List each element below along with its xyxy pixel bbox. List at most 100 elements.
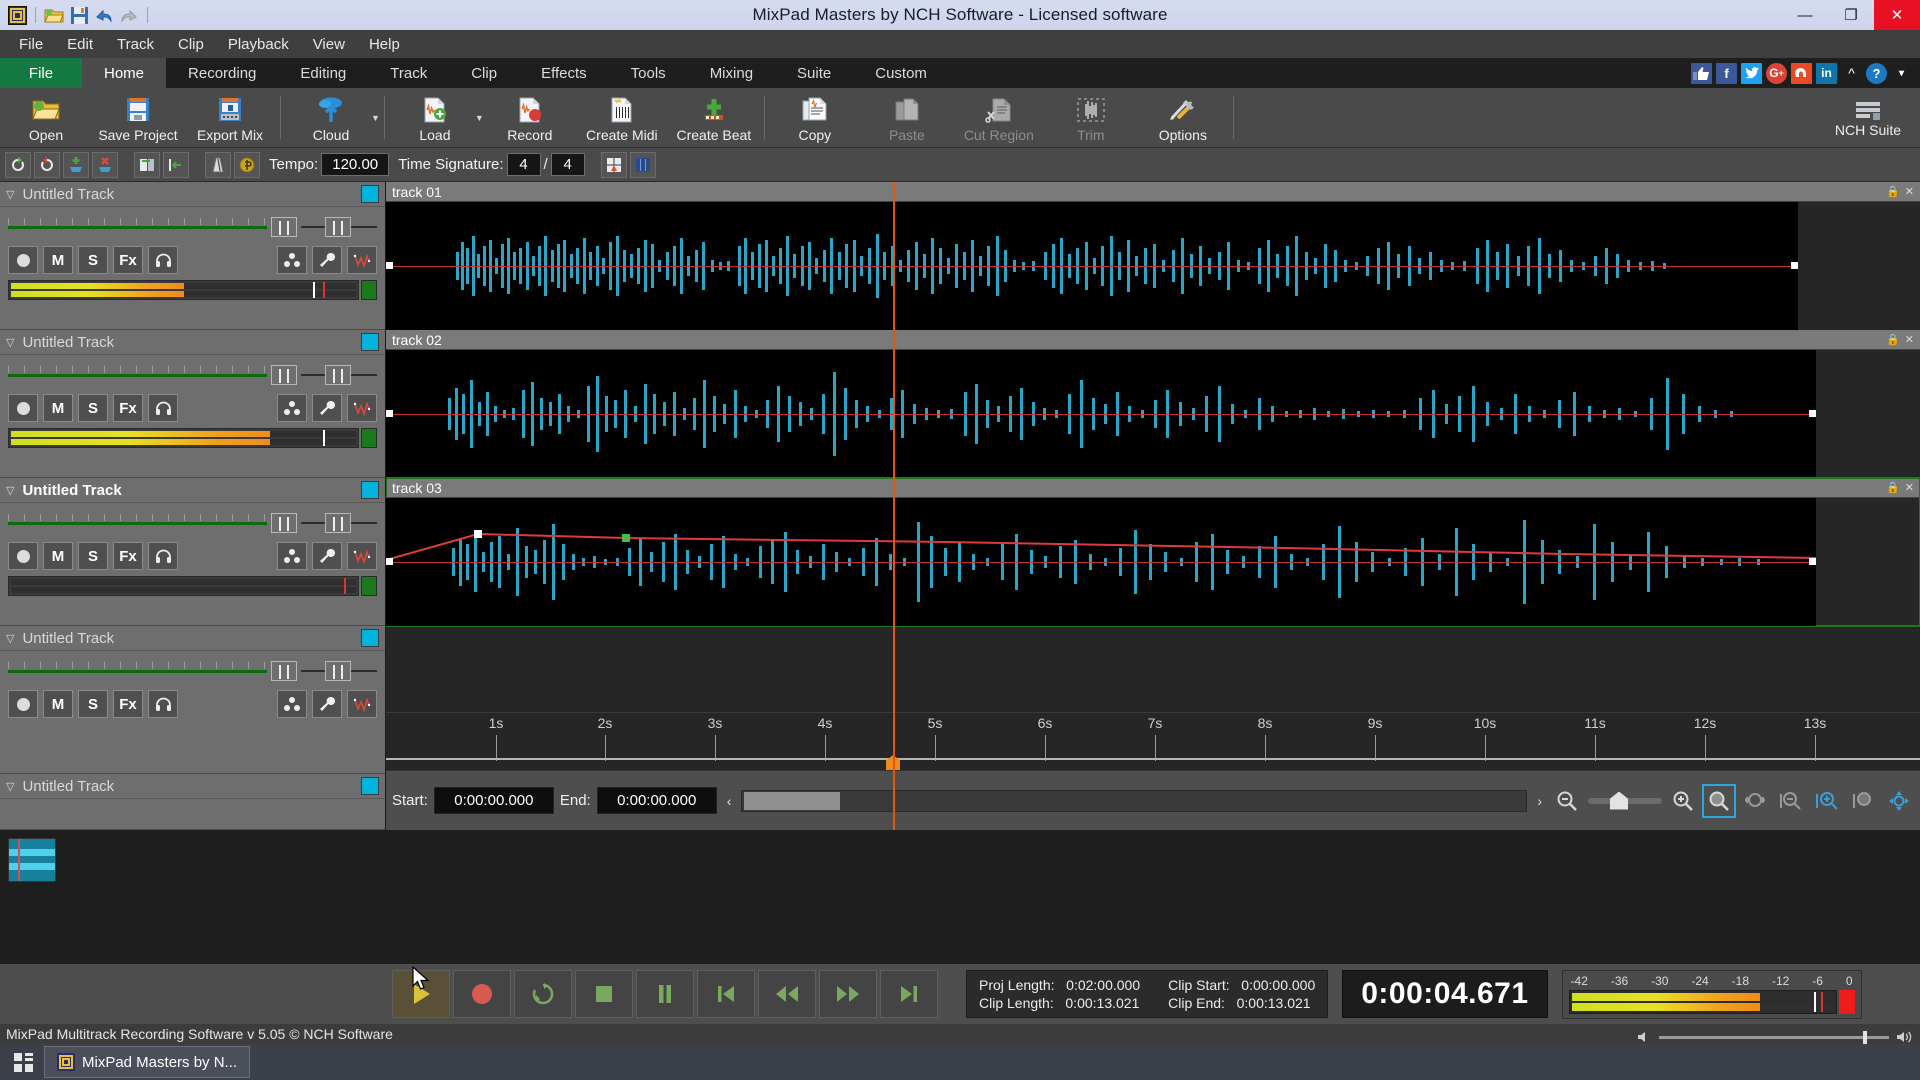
cloud-dropdown-icon[interactable]: ▼ (371, 113, 380, 123)
create-midi-button[interactable]: Create Midi (576, 88, 668, 147)
track-2-color-swatch[interactable] (361, 333, 379, 351)
track-header-3[interactable]: ▽ Untitled Track M S Fx (0, 478, 385, 626)
track-1-record-button[interactable] (8, 246, 38, 274)
track-1-monitor-button[interactable] (148, 246, 178, 274)
metronome-icon[interactable] (205, 151, 231, 178)
menu-clip[interactable]: Clip (167, 33, 215, 56)
track-3-settings-wrench-icon[interactable] (312, 542, 342, 570)
menu-file[interactable]: File (8, 33, 54, 56)
track-1-volume-slider[interactable] (8, 216, 267, 238)
zoom-in-region-icon[interactable] (1812, 786, 1842, 816)
nch-suite-button[interactable]: NCH Suite (1820, 88, 1916, 148)
maximize-button[interactable]: ❐ (1828, 0, 1874, 30)
record-button-ribbon[interactable]: Record (484, 88, 576, 147)
track-4-volume-slider[interactable] (8, 660, 267, 682)
track-3-envelope-waveform-icon[interactable] (347, 542, 377, 570)
track-2-envelope-waveform-icon[interactable] (347, 394, 377, 422)
beat-detect-icon[interactable] (234, 151, 260, 178)
track-3-volume-thumb[interactable] (271, 513, 297, 533)
zoom-out-region-icon[interactable] (1776, 786, 1806, 816)
skip-start-button[interactable] (697, 970, 755, 1018)
menu-playback[interactable]: Playback (217, 33, 300, 56)
track-2-pan-thumb[interactable] (325, 365, 351, 385)
minimize-button[interactable]: — (1782, 0, 1828, 30)
clip-03-right-handle[interactable] (1809, 558, 1816, 565)
track-1-name[interactable]: Untitled Track (22, 186, 353, 203)
zoom-region-icon[interactable] (1848, 786, 1878, 816)
track-4-record-button[interactable] (8, 690, 38, 718)
clip-01-waveform[interactable] (386, 202, 1798, 330)
close-icon[interactable]: ✕ (1905, 333, 1914, 346)
lock-icon[interactable]: 🔒 (1886, 185, 1900, 198)
zoom-select-icon[interactable] (1702, 783, 1736, 818)
tab-recording[interactable]: Recording (166, 58, 278, 88)
loop-start-icon[interactable] (5, 151, 31, 178)
rewind-button[interactable] (758, 970, 816, 1018)
clip-02-left-handle[interactable] (386, 410, 393, 417)
track-2-name[interactable]: Untitled Track (22, 334, 353, 351)
taskbar-item-mixpad[interactable]: MixPad Masters by N... (44, 1046, 251, 1078)
track-2-settings-wrench-icon[interactable] (312, 394, 342, 422)
track-4-fx-button[interactable]: Fx (113, 690, 143, 718)
load-button[interactable]: Load (389, 88, 481, 147)
tab-suite[interactable]: Suite (775, 58, 853, 88)
zoom-slider[interactable] (1588, 790, 1662, 812)
goto-marker-icon[interactable] (163, 151, 189, 178)
loop-button[interactable] (514, 970, 572, 1018)
stop-button[interactable] (575, 970, 633, 1018)
twitter-icon[interactable] (1741, 62, 1762, 84)
clip-02-right-handle[interactable] (1809, 410, 1816, 417)
skip-end-button[interactable] (880, 970, 938, 1018)
track-header-5[interactable]: ▽ Untitled Track (0, 774, 385, 830)
menu-edit[interactable]: Edit (56, 33, 104, 56)
menu-help[interactable]: Help (358, 33, 411, 56)
track-4-monitor-button[interactable] (148, 690, 178, 718)
track-2-fx-button[interactable]: Fx (113, 394, 143, 422)
track-3-monitor-button[interactable] (148, 542, 178, 570)
tempo-input[interactable]: 120.00 (321, 153, 390, 176)
fast-forward-button[interactable] (819, 970, 877, 1018)
track-3-pan-slider[interactable] (301, 512, 377, 534)
track-1-volume-thumb[interactable] (271, 217, 297, 237)
collapse-triangle-icon[interactable]: ▽ (6, 188, 14, 201)
track-4-name[interactable]: Untitled Track (22, 630, 353, 647)
track-2-mute-button[interactable]: M (43, 394, 73, 422)
track-2-mixer-icon[interactable] (277, 394, 307, 422)
track-3-fx-button[interactable]: Fx (113, 542, 143, 570)
cloud-button[interactable]: Cloud (285, 88, 377, 147)
track-2-volume-slider[interactable] (8, 364, 267, 386)
track-1-envelope-waveform-icon[interactable] (347, 246, 377, 274)
track-header-1[interactable]: ▽ Untitled Track M S Fx (0, 182, 385, 330)
tab-effects[interactable]: Effects (519, 58, 609, 88)
track-header-2[interactable]: ▽ Untitled Track M S Fx (0, 330, 385, 478)
clip-03-header[interactable]: track 03 🔒 ✕ (386, 478, 1920, 498)
time-sig-denominator-input[interactable]: 4 (550, 153, 585, 176)
chevron-up-icon[interactable]: ^ (1841, 63, 1862, 84)
track-3-mixer-icon[interactable] (277, 542, 307, 570)
record-button[interactable] (453, 970, 511, 1018)
track-4-pan-slider[interactable] (301, 660, 377, 682)
close-button[interactable]: ✕ (1874, 0, 1920, 30)
track-2-volume-thumb[interactable] (271, 365, 297, 385)
dropdown-icon[interactable]: ▾ (1891, 63, 1912, 84)
track-3-solo-button[interactable]: S (78, 542, 108, 570)
tab-home[interactable]: Home (82, 58, 167, 88)
track-4-color-swatch[interactable] (361, 629, 379, 647)
track-4-mixer-icon[interactable] (277, 690, 307, 718)
track-1-settings-wrench-icon[interactable] (312, 246, 342, 274)
tab-file[interactable]: File (0, 58, 82, 88)
close-icon[interactable]: ✕ (1905, 481, 1914, 494)
track-2-solo-button[interactable]: S (78, 394, 108, 422)
snap-icon[interactable] (600, 151, 627, 178)
track-2-pan-slider[interactable] (301, 364, 377, 386)
track-4-settings-wrench-icon[interactable] (312, 690, 342, 718)
clip-03-waveform[interactable] (386, 498, 1816, 626)
clip-01-header[interactable]: track 01 🔒 ✕ (386, 182, 1920, 202)
tab-mixing[interactable]: Mixing (688, 58, 775, 88)
thumbs-up-icon[interactable] (1691, 62, 1712, 84)
clip-03-volume-envelope[interactable] (386, 498, 1816, 626)
close-icon[interactable]: ✕ (1905, 185, 1914, 198)
track-header-4[interactable]: ▽ Untitled Track M S Fx (0, 626, 385, 774)
scrollbar-thumb[interactable] (744, 791, 841, 810)
track-3-name[interactable]: Untitled Track (22, 482, 353, 499)
